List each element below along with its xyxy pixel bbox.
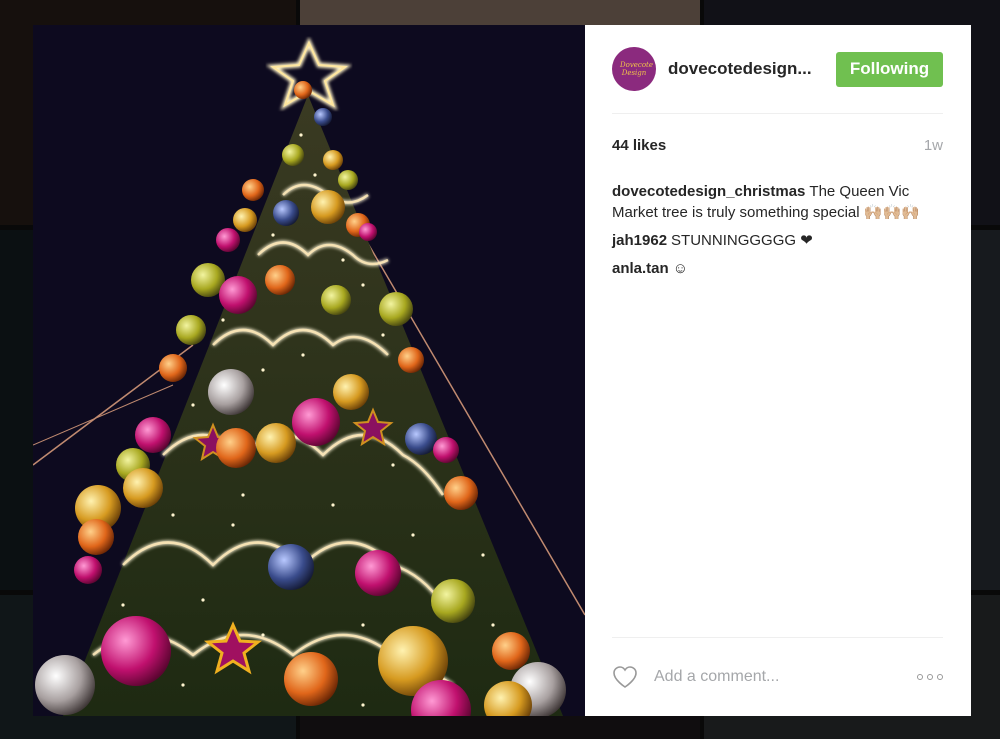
post-age[interactable]: 1w	[924, 137, 943, 154]
list-item: jah1962 STUNNINGGGGG ❤	[612, 230, 943, 251]
christmas-tree-image	[33, 25, 585, 716]
dot	[927, 674, 933, 680]
post-meta: 44 likes 1w	[612, 137, 943, 154]
dot	[937, 674, 943, 680]
comment-input[interactable]	[652, 667, 917, 687]
comment-bar	[612, 637, 943, 716]
post-photo[interactable]	[33, 25, 585, 716]
comment-author[interactable]: dovecotedesign_christmas	[612, 183, 805, 200]
avatar-logo-text: Dovecote Design	[620, 61, 654, 77]
comment-text: STUNNINGGGGG ❤	[671, 232, 813, 249]
list-item: dovecotedesign_christmas The Queen Vic Ma…	[612, 181, 943, 223]
comment-text: ☺	[672, 260, 689, 277]
comment-author[interactable]: anla.tan	[612, 260, 669, 277]
avatar[interactable]: Dovecote Design	[612, 47, 656, 91]
heart-outline-icon[interactable]	[612, 665, 638, 689]
comment-author[interactable]: jah1962	[612, 232, 667, 249]
likes-count[interactable]: 44 likes	[612, 137, 666, 154]
post-sidebar: Dovecote Design dovecotedesign... Follow…	[585, 25, 971, 716]
dot	[917, 674, 923, 680]
comments-list: dovecotedesign_christmas The Queen Vic Ma…	[612, 181, 943, 286]
following-button[interactable]: Following	[836, 51, 943, 87]
username-link[interactable]: dovecotedesign...	[668, 59, 836, 79]
post-header: Dovecote Design dovecotedesign... Follow…	[612, 25, 943, 114]
ellipsis-icon[interactable]	[917, 674, 943, 680]
list-item: anla.tan ☺	[612, 258, 943, 279]
post-modal: Dovecote Design dovecotedesign... Follow…	[33, 25, 971, 716]
